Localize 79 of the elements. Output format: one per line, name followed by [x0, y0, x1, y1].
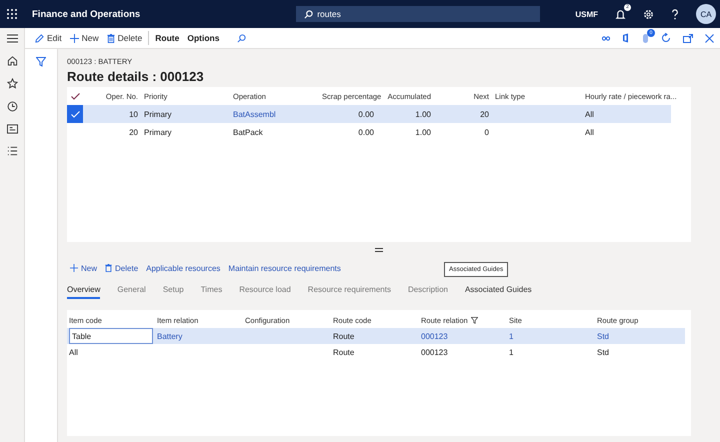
plus-icon — [70, 34, 79, 42]
open-in-new-window-icon[interactable] — [683, 34, 693, 42]
workspace-icon[interactable] — [6, 124, 18, 134]
trash-icon — [106, 34, 115, 42]
tab[interactable]: Setup — [162, 285, 184, 297]
app-title: Finance and Operations — [32, 8, 140, 20]
app-launcher-icon[interactable] — [7, 9, 17, 19]
table-row[interactable]: All Route 000123 1 Std — [67, 344, 691, 360]
attachment-icon[interactable] — [642, 32, 649, 44]
table-cell-text: BatAssembl — [232, 110, 277, 118]
user-avatar[interactable]: CA — [696, 4, 716, 24]
table-cell-text: BatPack — [232, 128, 264, 136]
table-cell-text: All — [584, 110, 595, 118]
table-row[interactable]: 20 Primary BatPack 0.00 1.00 0 All — [67, 123, 691, 141]
toolbar-button[interactable]: Delete — [102, 264, 142, 272]
table-cell-text: 0.00 — [357, 110, 375, 118]
office-icon[interactable] — [622, 33, 630, 43]
toolbar-button[interactable]: Delete — [102, 29, 146, 47]
toolbar-button[interactable]: New — [66, 29, 103, 47]
table-cell-text: 1.00 — [414, 110, 432, 118]
splitter-handle[interactable] — [375, 248, 383, 252]
table-cell-text: Route — [332, 346, 356, 358]
tab[interactable]: Associated Guides — [464, 285, 532, 297]
table-cell-text: 0.00 — [357, 128, 375, 136]
table-cell-text: All — [68, 346, 79, 358]
tab[interactable]: Overview — [67, 285, 100, 299]
trash-icon — [105, 264, 112, 272]
toolbar-button[interactable]: New — [67, 264, 100, 272]
table-cell-text: 20 — [128, 128, 139, 136]
clock-icon[interactable] — [6, 101, 18, 112]
table-cell-text: 10 — [128, 110, 139, 118]
company-picker[interactable]: USMF — [575, 10, 598, 18]
table-cell-text: 0 — [484, 128, 490, 136]
table-cell-text: Route — [332, 330, 356, 342]
search-icon[interactable] — [237, 34, 246, 42]
input-field[interactable]: Table — [69, 328, 153, 344]
pencil-icon — [35, 34, 44, 42]
settings-icon[interactable] — [643, 8, 654, 20]
table-cell-text: 1 — [508, 330, 514, 342]
toolbar-button[interactable]: Edit — [31, 29, 66, 47]
checkmark-icon — [70, 110, 80, 118]
table-cell-text: 000123 — [420, 346, 449, 358]
tab[interactable]: Resource load — [239, 285, 291, 297]
table-row[interactable]: Table Battery Route 000123 1 Std — [67, 328, 685, 344]
search-field[interactable]: routes — [296, 6, 540, 22]
table-cell-text: 1 — [508, 346, 514, 358]
page-title: Route details : 000123 — [67, 69, 205, 84]
select-all-icon[interactable] — [70, 92, 80, 100]
plus-icon — [70, 264, 78, 272]
close-icon[interactable] — [705, 34, 714, 42]
tab[interactable]: Resource requirements — [308, 285, 391, 297]
toolbar-button[interactable]: Maintain resource requirements — [225, 264, 344, 272]
tab[interactable]: General — [117, 285, 146, 297]
search-icon — [304, 10, 314, 18]
home-icon[interactable] — [6, 55, 18, 66]
star-icon[interactable] — [6, 78, 18, 89]
toolbar-button[interactable]: Options — [183, 29, 224, 47]
help-icon[interactable] — [671, 8, 679, 20]
table-cell-text: 000123 — [420, 330, 449, 342]
table-cell-text: Primary — [143, 110, 173, 118]
toolbar-button[interactable]: Applicable resources — [143, 264, 224, 272]
table-cell-text: Std — [596, 330, 610, 342]
bell-icon[interactable] — [615, 8, 626, 20]
tab[interactable]: Description — [408, 285, 448, 297]
table-cell-text: Std — [596, 346, 610, 358]
table-cell-text: Battery — [156, 330, 184, 343]
filter-icon — [470, 316, 478, 324]
menu-icon[interactable] — [6, 34, 18, 43]
refresh-icon[interactable] — [661, 33, 671, 43]
filter-icon[interactable] — [36, 57, 46, 67]
table-cell-text: All — [584, 128, 595, 136]
table-cell-text: 1.00 — [414, 128, 432, 136]
table-cell-text: Primary — [143, 128, 173, 136]
list-icon[interactable] — [6, 146, 18, 156]
toolbar-button[interactable]: Route — [151, 29, 184, 47]
link-icon[interactable] — [602, 36, 610, 40]
table-row[interactable]: 10 Primary BatAssembl 0.00 1.00 20 All — [67, 105, 671, 123]
table-cell-text: 20 — [479, 110, 490, 118]
tab[interactable]: Times — [200, 285, 222, 297]
